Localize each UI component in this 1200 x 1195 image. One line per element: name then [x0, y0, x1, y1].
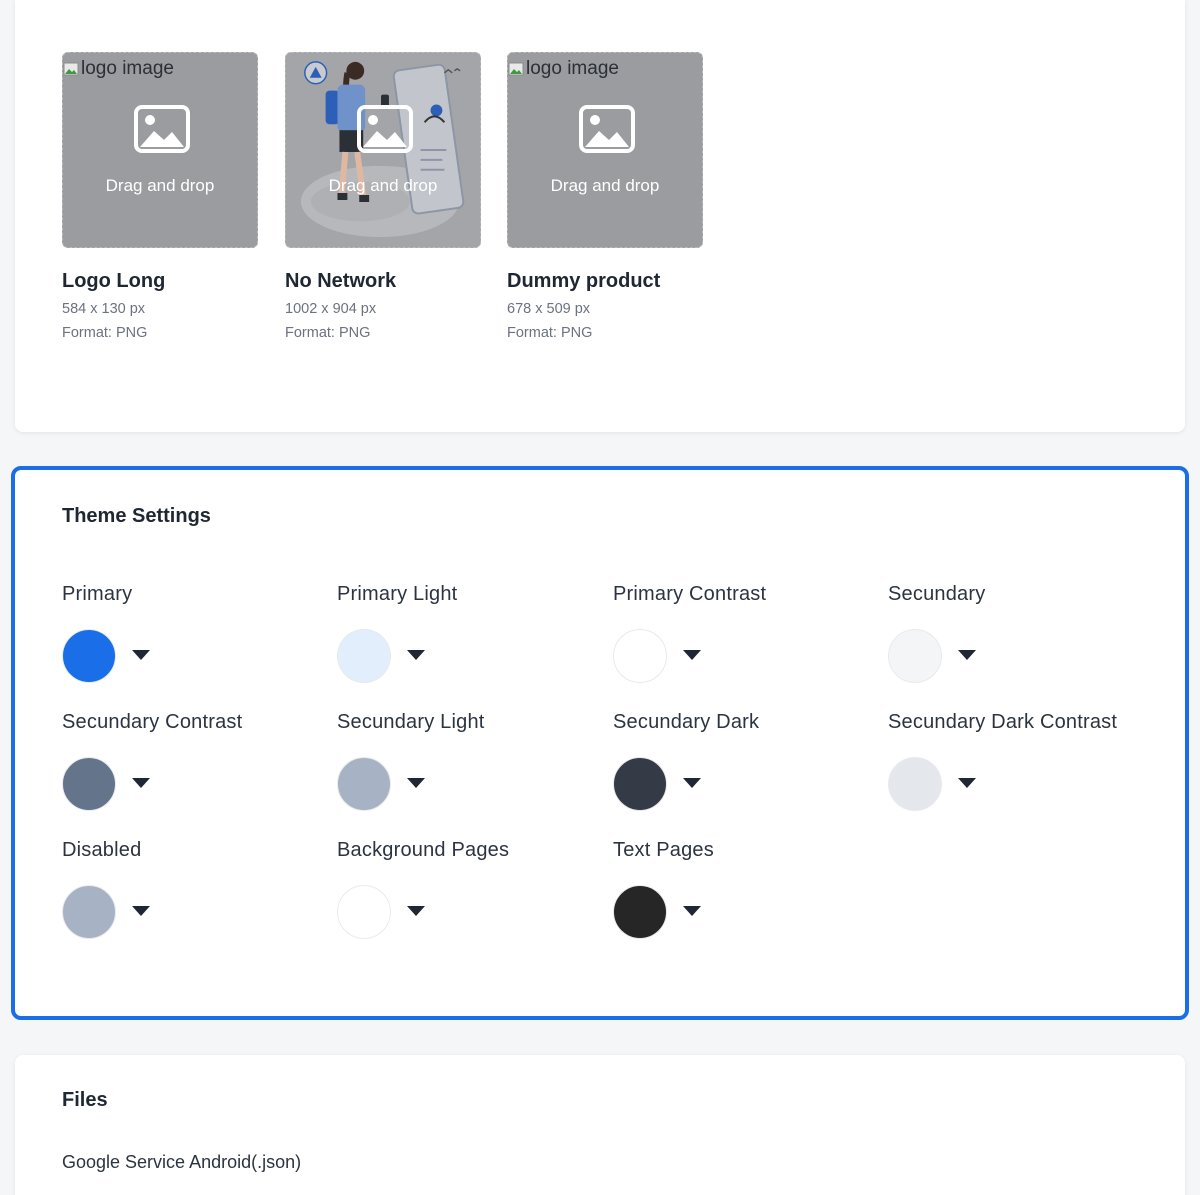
- color-label: Background Pages: [337, 839, 510, 861]
- color-label: Primary: [62, 583, 133, 605]
- files-card: Files Google Service Android(.json): [15, 1055, 1185, 1195]
- color-setting-secundary-light: Secundary Light: [337, 711, 597, 821]
- images-card: logo image Drag and drop Logo Long 584 x…: [15, 0, 1185, 432]
- color-label: Text Pages: [613, 839, 714, 861]
- color-swatch[interactable]: [613, 757, 667, 811]
- no-network-dropzone[interactable]: Drag and drop: [285, 52, 481, 248]
- color-swatch[interactable]: [888, 757, 942, 811]
- color-setting-secundary: Secundary: [888, 583, 1148, 693]
- no-network-meta: No Network 1002 x 904 px Format: PNG: [285, 270, 505, 341]
- color-label: Secundary Dark Contrast: [888, 711, 1118, 733]
- dummy-product-meta: Dummy product 678 x 509 px Format: PNG: [507, 270, 727, 341]
- image-upload-icon: [134, 105, 190, 153]
- theme-settings-title: Theme Settings: [62, 505, 211, 527]
- color-label: Disabled: [62, 839, 142, 861]
- logo-long-meta: Logo Long 584 x 130 px Format: PNG: [62, 270, 282, 341]
- broken-image-icon: [63, 62, 79, 76]
- color-label: Primary Light: [337, 583, 458, 605]
- color-swatch[interactable]: [62, 629, 116, 683]
- caret-down-icon[interactable]: [683, 906, 701, 916]
- color-setting-primary-light: Primary Light: [337, 583, 597, 693]
- color-setting-text-pages: Text Pages: [613, 839, 873, 949]
- color-swatch[interactable]: [337, 757, 391, 811]
- color-setting-background-pages: Background Pages: [337, 839, 597, 949]
- color-setting-primary-contrast: Primary Contrast: [613, 583, 873, 693]
- color-setting-secundary-dark-contrast: Secundary Dark Contrast: [888, 711, 1148, 821]
- file-label-google-service-android: Google Service Android(.json): [62, 1152, 302, 1172]
- caret-down-icon[interactable]: [958, 778, 976, 788]
- color-label: Secundary Light: [337, 711, 485, 733]
- color-setting-primary: Primary: [62, 583, 322, 693]
- theme-settings-card: Theme Settings Primary Primary Light Prima…: [11, 466, 1189, 1020]
- broken-image-alt: logo image: [63, 58, 174, 80]
- color-label: Secundary: [888, 583, 986, 605]
- image-upload-icon: [579, 105, 635, 153]
- color-swatch[interactable]: [613, 885, 667, 939]
- caret-down-icon[interactable]: [132, 778, 150, 788]
- image-name: Dummy product: [507, 270, 661, 292]
- drag-drop-label: Drag and drop: [328, 176, 438, 195]
- color-swatch[interactable]: [337, 885, 391, 939]
- color-setting-secundary-dark: Secundary Dark: [613, 711, 873, 821]
- color-label: Secundary Dark: [613, 711, 760, 733]
- broken-image-icon: [508, 62, 524, 76]
- caret-down-icon[interactable]: [407, 906, 425, 916]
- caret-down-icon[interactable]: [407, 650, 425, 660]
- drag-drop-label: Drag and drop: [550, 176, 660, 195]
- broken-image-alt: logo image: [508, 58, 619, 80]
- caret-down-icon[interactable]: [132, 906, 150, 916]
- color-label: Secundary Contrast: [62, 711, 243, 733]
- caret-down-icon[interactable]: [683, 778, 701, 788]
- dummy-product-dropzone[interactable]: logo image Drag and drop: [507, 52, 703, 248]
- image-dimensions: 678 x 509 px: [507, 301, 591, 317]
- image-dimensions: 584 x 130 px: [62, 301, 146, 317]
- caret-down-icon[interactable]: [132, 650, 150, 660]
- color-setting-secundary-contrast: Secundary Contrast: [62, 711, 322, 821]
- image-format: Format: PNG: [507, 325, 593, 341]
- image-name: Logo Long: [62, 270, 166, 292]
- drag-drop-label: Drag and drop: [105, 176, 215, 195]
- image-upload-icon: [357, 105, 413, 153]
- color-swatch[interactable]: [62, 757, 116, 811]
- logo-long-dropzone[interactable]: logo image Drag and drop: [62, 52, 258, 248]
- image-format: Format: PNG: [62, 325, 148, 341]
- image-name: No Network: [285, 270, 397, 292]
- image-format: Format: PNG: [285, 325, 371, 341]
- caret-down-icon[interactable]: [407, 778, 425, 788]
- color-swatch[interactable]: [888, 629, 942, 683]
- caret-down-icon[interactable]: [958, 650, 976, 660]
- color-swatch[interactable]: [613, 629, 667, 683]
- color-label: Primary Contrast: [613, 583, 767, 605]
- color-setting-disabled: Disabled: [62, 839, 322, 949]
- color-swatch[interactable]: [337, 629, 391, 683]
- image-dimensions: 1002 x 904 px: [285, 301, 377, 317]
- files-title: Files: [62, 1089, 108, 1111]
- color-swatch[interactable]: [62, 885, 116, 939]
- caret-down-icon[interactable]: [683, 650, 701, 660]
